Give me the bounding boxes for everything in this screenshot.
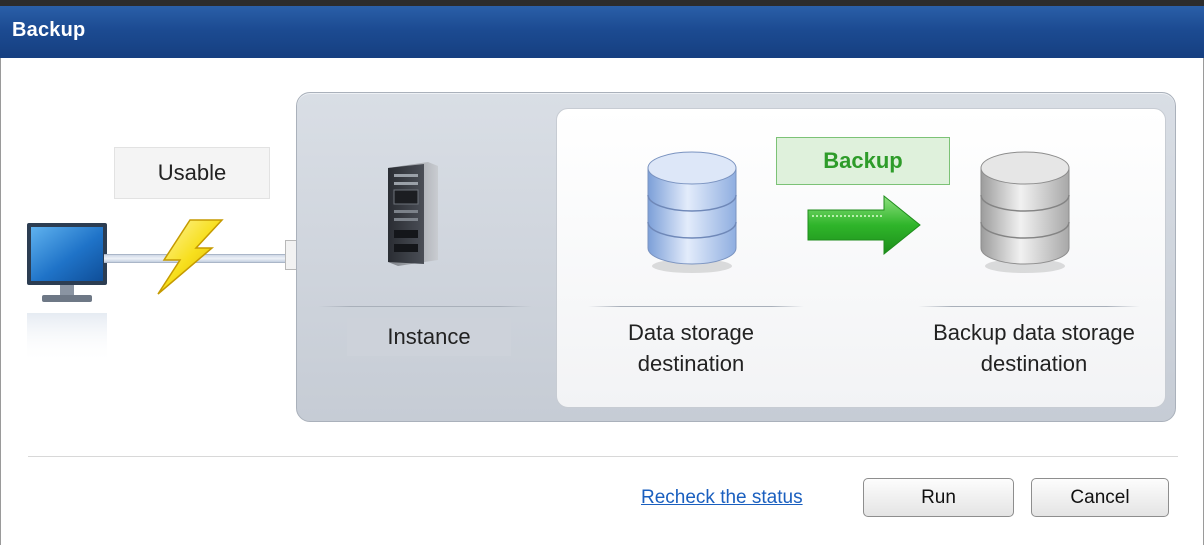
recheck-status-link[interactable]: Recheck the status <box>641 487 803 509</box>
window-title: Backup <box>12 19 86 41</box>
backup-storage-label: Backup data storage destination <box>933 320 1135 376</box>
computer-monitor-icon <box>26 215 112 375</box>
run-button[interactable]: Run <box>863 478 1014 517</box>
data-storage-label: Data storage destination <box>628 320 754 376</box>
title-bar: Backup <box>0 0 1204 58</box>
backup-storage-divider <box>918 306 1140 307</box>
backup-storage-database-icon <box>980 151 1070 273</box>
footer-divider <box>28 456 1178 457</box>
cancel-button[interactable]: Cancel <box>1031 478 1169 517</box>
backup-operation-badge: Backup <box>776 137 950 185</box>
instance-divider <box>318 306 532 307</box>
right-arrow-icon <box>807 194 921 256</box>
lightning-bolt-icon <box>157 219 224 295</box>
server-tower-icon <box>388 162 438 266</box>
instance-label: Instance <box>347 318 511 356</box>
data-storage-database-icon <box>647 151 737 273</box>
data-storage-divider <box>588 306 804 307</box>
connection-status-label: Usable <box>114 147 270 199</box>
